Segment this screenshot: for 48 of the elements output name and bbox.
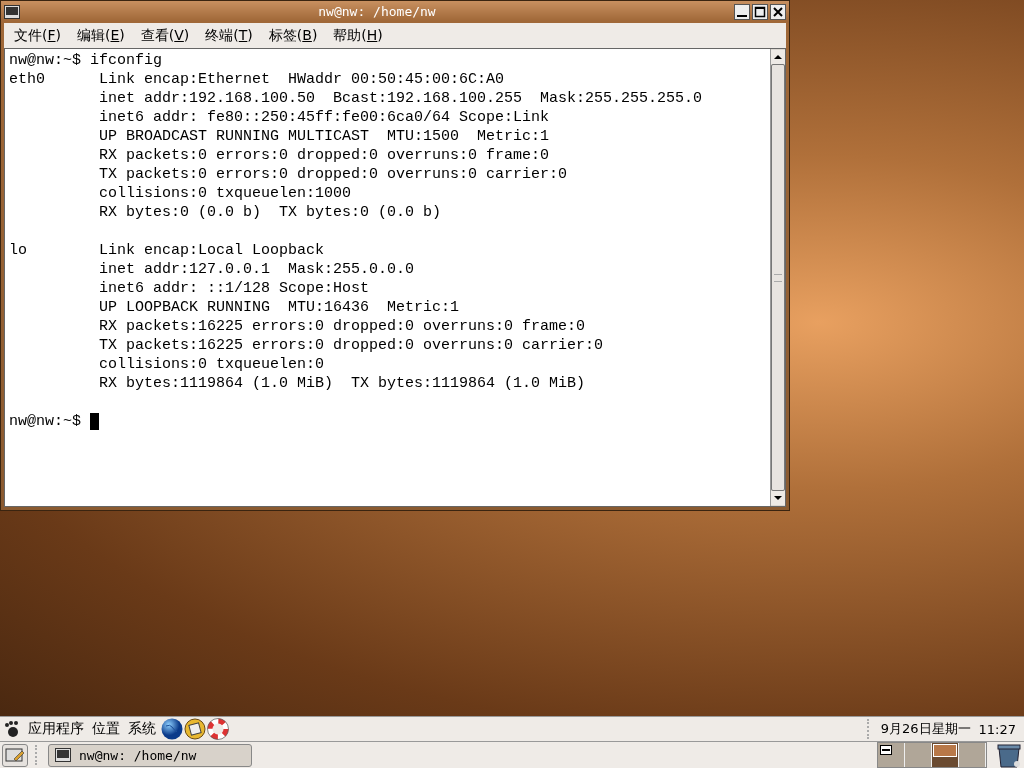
terminal-line: inet6 addr: ::1/128 Scope:Host <box>98 279 370 298</box>
panel-menu[interactable]: 应用程序 <box>24 720 88 738</box>
lifebuoy-icon[interactable] <box>207 718 229 740</box>
terminal-line: RX bytes:0 (0.0 b) TX bytes:0 (0.0 b) <box>98 203 442 222</box>
terminal-line: TX packets:16225 errors:0 dropped:0 overruns:0 carrier:0 <box>98 336 604 355</box>
taskbar-button[interactable]: nw@nw: /home/nw <box>48 743 252 767</box>
terminal-line: inet addr:127.0.0.1 Mask:255.0.0.0 <box>98 260 415 279</box>
menu-item[interactable]: 文件(F) <box>8 24 71 47</box>
menu-item[interactable]: 帮助(H) <box>327 24 393 47</box>
terminal-icon[interactable] <box>4 4 20 19</box>
terminal-line: RX packets:0 errors:0 dropped:0 overruns:0 frame:0 <box>98 146 550 165</box>
command-prompt: nw@nw:~$ <box>9 412 82 431</box>
show-desktop-button[interactable] <box>2 743 28 767</box>
mini-window <box>933 744 957 757</box>
maximize-button[interactable] <box>752 3 768 20</box>
terminal-line: lo Link encap:Local Loopback <box>9 241 325 260</box>
terminal-line: RX bytes:1119864 (1.0 MiB) TX bytes:1119864 (1.0 MiB) <box>98 374 586 393</box>
panel-menu[interactable]: 系统 <box>124 720 160 738</box>
foot-icon[interactable] <box>4 720 20 738</box>
terminal-line: UP LOOPBACK RUNNING MTU:16436 Metric:1 <box>98 298 460 317</box>
workspace-cell[interactable] <box>878 743 905 767</box>
terminal-line: TX packets:0 errors:0 dropped:0 overruns:0 carrier:0 <box>98 165 568 184</box>
window-icon <box>880 745 892 755</box>
workspace-cell[interactable] <box>959 743 986 767</box>
clock-label[interactable]: 11:27 <box>974 721 1020 737</box>
menu-item[interactable]: 终端(T) <box>199 24 263 47</box>
window-title: nw@nw: /home/nw <box>317 4 437 19</box>
terminal-line: eth0 Link encap:Ethernet HWaddr 00:50:45:00:6C:A0 <box>9 70 505 89</box>
minimize-button[interactable] <box>734 3 750 20</box>
terminal-line: collisions:0 txqueuelen:1000 <box>98 184 352 203</box>
text-cursor <box>90 413 99 430</box>
menu-item[interactable]: 编辑(E) <box>71 24 135 47</box>
terminal-icon <box>55 748 71 762</box>
globe-icon[interactable] <box>161 718 183 740</box>
terminal-line: nw@nw:~$ ifconfig <box>9 51 163 70</box>
terminal-line: inet addr:192.168.100.50 Bcast:192.168.100.255 Mask:255.255.255.0 <box>98 89 703 108</box>
close-button[interactable] <box>770 3 786 20</box>
workspace-cell[interactable] <box>932 743 959 767</box>
trash-icon[interactable] <box>996 742 1022 768</box>
menu-item[interactable]: 查看(V) <box>134 24 200 47</box>
panel-menu[interactable]: 位置 <box>88 720 124 738</box>
terminal-line: RX packets:16225 errors:0 dropped:0 overruns:0 frame:0 <box>98 317 586 336</box>
terminal-line: collisions:0 txqueuelen:0 <box>98 355 325 374</box>
menu-item[interactable]: 标签(B) <box>262 24 328 47</box>
terminal-line: inet6 addr: fe80::250:45ff:fe00:6ca0/64 Scope:Link <box>98 108 550 127</box>
date-label[interactable]: 9月26日星期一 <box>876 720 975 738</box>
terminal-line: UP BROADCAST RUNNING MULTICAST MTU:1500 Metric:1 <box>98 127 550 146</box>
workspace-cell[interactable] <box>905 743 932 767</box>
